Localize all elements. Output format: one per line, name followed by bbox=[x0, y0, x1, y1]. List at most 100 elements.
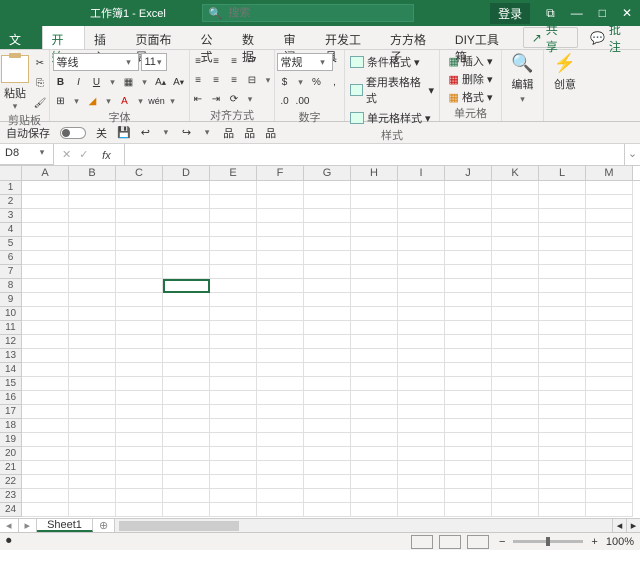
cell[interactable] bbox=[163, 447, 210, 461]
hscroll-track[interactable] bbox=[115, 519, 612, 532]
cell[interactable] bbox=[398, 237, 445, 251]
cell[interactable] bbox=[163, 209, 210, 223]
cell[interactable] bbox=[445, 279, 492, 293]
column-header[interactable]: E bbox=[210, 166, 257, 180]
conditional-format-button[interactable]: 条件格式 ▾ bbox=[350, 53, 434, 71]
row-header[interactable]: 24 bbox=[0, 503, 22, 517]
row-header[interactable]: 4 bbox=[0, 223, 22, 237]
cell[interactable] bbox=[398, 223, 445, 237]
cell[interactable] bbox=[257, 433, 304, 447]
cell[interactable] bbox=[492, 461, 539, 475]
cell[interactable] bbox=[445, 195, 492, 209]
cell[interactable] bbox=[210, 321, 257, 335]
cell[interactable] bbox=[351, 251, 398, 265]
cell[interactable] bbox=[22, 293, 69, 307]
cell[interactable] bbox=[351, 195, 398, 209]
cell[interactable] bbox=[445, 349, 492, 363]
cell[interactable] bbox=[492, 503, 539, 517]
cell[interactable] bbox=[539, 307, 586, 321]
cell[interactable] bbox=[351, 265, 398, 279]
cell[interactable] bbox=[304, 307, 351, 321]
cell[interactable] bbox=[398, 419, 445, 433]
qat-icon[interactable]: 品 bbox=[244, 125, 255, 141]
cell[interactable] bbox=[163, 503, 210, 517]
cell[interactable] bbox=[586, 321, 633, 335]
cell[interactable] bbox=[492, 475, 539, 489]
cell[interactable] bbox=[351, 293, 398, 307]
cell[interactable] bbox=[22, 335, 69, 349]
cell[interactable] bbox=[304, 377, 351, 391]
cell[interactable] bbox=[257, 335, 304, 349]
cell[interactable] bbox=[398, 181, 445, 195]
cell[interactable] bbox=[116, 335, 163, 349]
cell[interactable] bbox=[539, 195, 586, 209]
cell[interactable] bbox=[69, 489, 116, 503]
cell[interactable] bbox=[210, 461, 257, 475]
undo-icon[interactable]: ↩ bbox=[141, 126, 150, 139]
cell[interactable] bbox=[116, 363, 163, 377]
increase-font-icon[interactable]: A▴ bbox=[153, 74, 169, 90]
cell[interactable] bbox=[539, 363, 586, 377]
cell[interactable] bbox=[257, 377, 304, 391]
autosave-toggle[interactable] bbox=[60, 127, 86, 139]
cell[interactable] bbox=[492, 237, 539, 251]
expand-icon[interactable]: ⌄ bbox=[624, 144, 640, 165]
comma-icon[interactable]: , bbox=[327, 74, 343, 90]
column-header[interactable]: F bbox=[257, 166, 304, 180]
cell[interactable] bbox=[22, 209, 69, 223]
cell[interactable] bbox=[69, 223, 116, 237]
column-header[interactable]: D bbox=[163, 166, 210, 180]
row-header[interactable]: 23 bbox=[0, 489, 22, 503]
cell[interactable] bbox=[22, 279, 69, 293]
zoom-slider[interactable] bbox=[513, 540, 583, 543]
copy-icon[interactable]: ⎘ bbox=[32, 75, 48, 91]
cell[interactable] bbox=[257, 419, 304, 433]
cell[interactable] bbox=[586, 391, 633, 405]
cell[interactable] bbox=[351, 447, 398, 461]
cell[interactable] bbox=[116, 293, 163, 307]
cell[interactable] bbox=[163, 391, 210, 405]
cell[interactable] bbox=[116, 447, 163, 461]
cell[interactable] bbox=[116, 279, 163, 293]
cell[interactable] bbox=[257, 209, 304, 223]
cell[interactable] bbox=[398, 475, 445, 489]
cell[interactable] bbox=[539, 321, 586, 335]
cell[interactable] bbox=[69, 461, 116, 475]
cell[interactable] bbox=[304, 223, 351, 237]
cell[interactable] bbox=[163, 237, 210, 251]
cell[interactable] bbox=[586, 279, 633, 293]
cell[interactable] bbox=[163, 349, 210, 363]
cell[interactable] bbox=[163, 461, 210, 475]
cell[interactable] bbox=[69, 377, 116, 391]
decrease-indent-icon[interactable]: ⇤ bbox=[190, 91, 206, 107]
cell[interactable] bbox=[116, 321, 163, 335]
page-break-button[interactable] bbox=[467, 535, 489, 549]
hscroll-thumb[interactable] bbox=[119, 521, 239, 531]
cell[interactable] bbox=[539, 209, 586, 223]
cell[interactable] bbox=[445, 335, 492, 349]
cell[interactable] bbox=[398, 265, 445, 279]
cell[interactable] bbox=[22, 447, 69, 461]
cell[interactable] bbox=[116, 405, 163, 419]
cell[interactable] bbox=[492, 447, 539, 461]
record-macro-icon[interactable]: ⏺ bbox=[6, 535, 12, 548]
cell[interactable] bbox=[445, 181, 492, 195]
cell[interactable] bbox=[210, 293, 257, 307]
zoom-out-button[interactable]: − bbox=[499, 536, 505, 548]
cell[interactable] bbox=[492, 391, 539, 405]
qat-icon[interactable]: 品 bbox=[223, 125, 234, 141]
cell[interactable] bbox=[351, 433, 398, 447]
sheet-nav-next[interactable]: ▸ bbox=[19, 519, 38, 532]
cell[interactable] bbox=[539, 223, 586, 237]
row-header[interactable]: 19 bbox=[0, 433, 22, 447]
cell[interactable] bbox=[492, 433, 539, 447]
cell[interactable] bbox=[210, 447, 257, 461]
cell[interactable] bbox=[163, 181, 210, 195]
orientation-icon[interactable]: ⟳ bbox=[226, 91, 242, 107]
cell[interactable] bbox=[163, 265, 210, 279]
cell[interactable] bbox=[586, 307, 633, 321]
cell[interactable] bbox=[398, 321, 445, 335]
cell[interactable] bbox=[210, 279, 257, 293]
fill-color-button[interactable]: ◢ bbox=[85, 93, 101, 109]
cell[interactable] bbox=[22, 461, 69, 475]
